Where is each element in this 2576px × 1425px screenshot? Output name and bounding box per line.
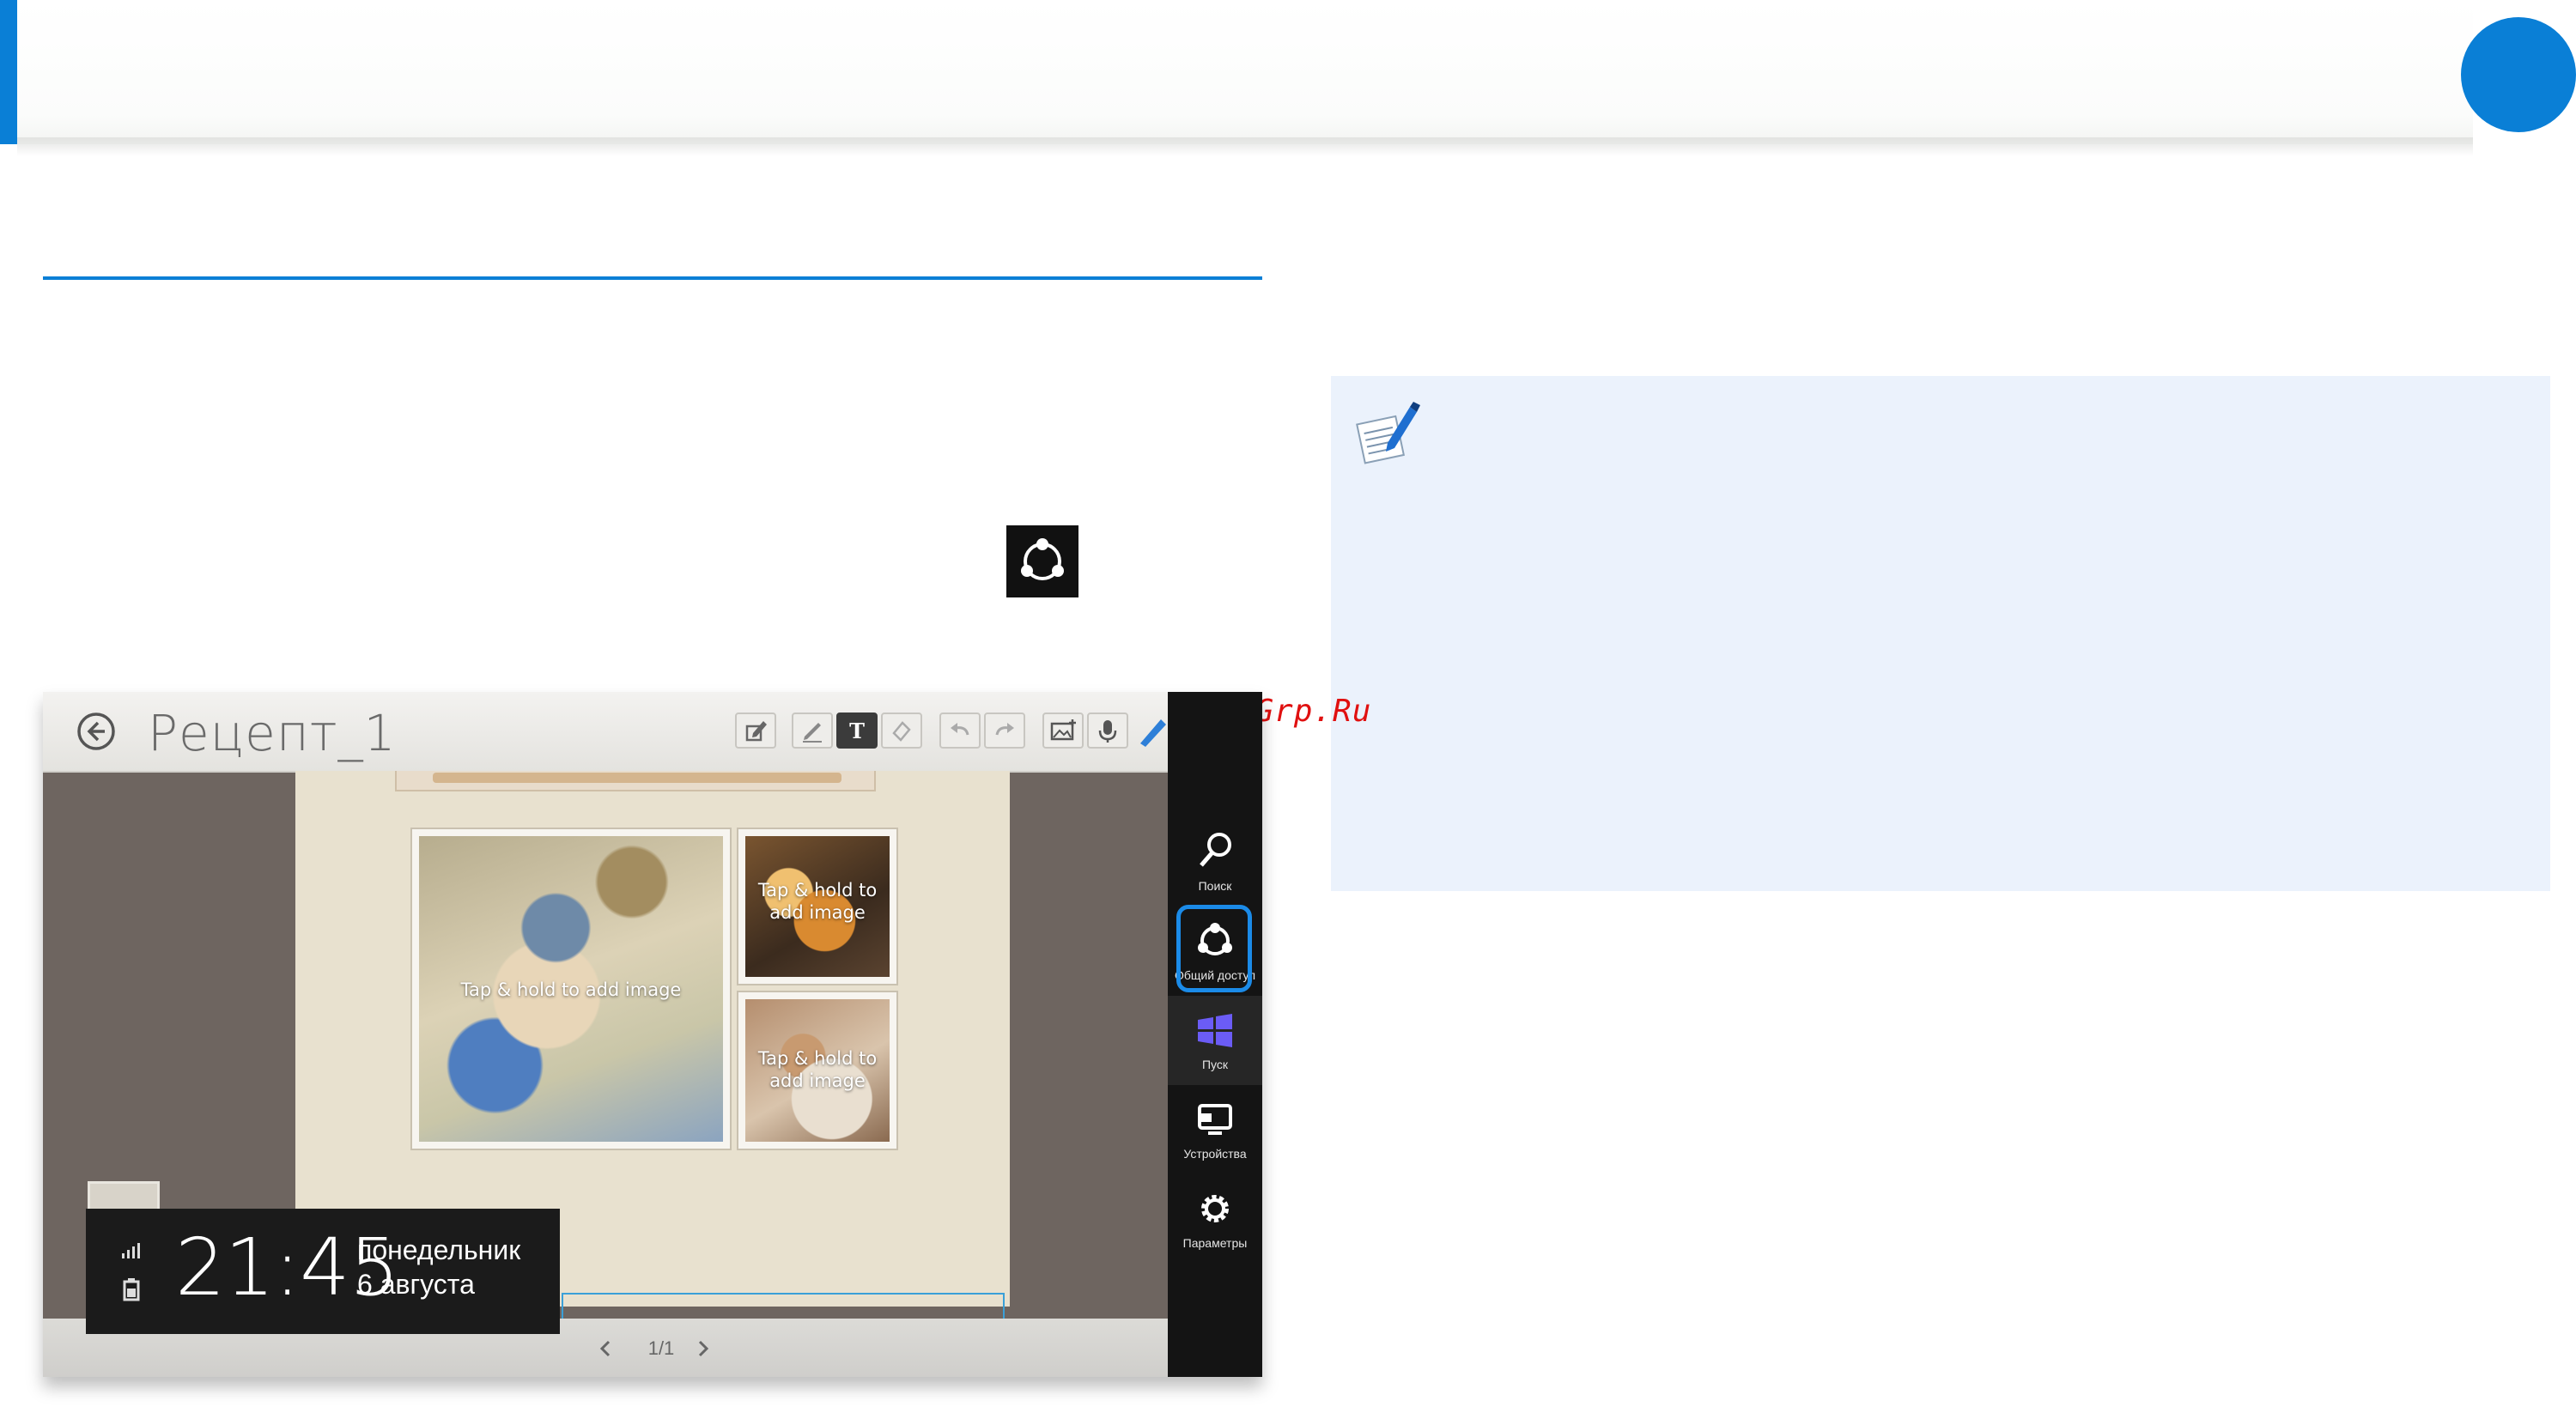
image-placeholder-text-line2: add image: [769, 1070, 866, 1091]
blue-pen-icon: [1140, 719, 1166, 747]
image-placeholder-text-line1: Tap & hold to: [757, 1048, 878, 1069]
back-button[interactable]: [76, 711, 117, 752]
redo-icon: [995, 723, 1014, 736]
eraser-icon: [892, 721, 911, 742]
redo-button[interactable]: [984, 712, 1025, 749]
search-icon: [1200, 833, 1231, 867]
lock-clock-panel: 21:45 понедельник 6 августа: [86, 1209, 560, 1334]
page-header-shadow: [17, 137, 2473, 156]
page-header-band: [17, 0, 2473, 144]
page-marker-circle: [2461, 17, 2576, 132]
page-scroll-thumb[interactable]: [433, 773, 841, 783]
image-icon: [1050, 719, 1076, 741]
pen-icon: [803, 723, 822, 743]
text-tool-icon: T: [849, 718, 865, 743]
page-indicator: 1/1: [647, 1337, 675, 1359]
charm-settings[interactable]: Параметры: [1168, 1174, 1262, 1264]
undo-icon: [951, 723, 969, 736]
charms-bar: Поиск Общий доступ Пуск Устройства Парам…: [1168, 692, 1262, 1377]
devices-icon: [1198, 1104, 1232, 1135]
note-pencil-icon: [1348, 398, 1422, 467]
insert-image-button[interactable]: [1042, 712, 1084, 749]
previous-page-button[interactable]: [592, 1336, 618, 1361]
eraser-tool-button[interactable]: [881, 712, 922, 749]
pen-color-button[interactable]: [1135, 714, 1168, 749]
image-frame-large[interactable]: Tap & hold to add image: [410, 828, 732, 1150]
charm-label-devices: Устройства: [1183, 1147, 1247, 1161]
text-tool-button[interactable]: T: [836, 712, 878, 749]
document-title: Рецепт_1: [148, 704, 397, 762]
image-frame-small-top[interactable]: Tap & hold to add image: [737, 828, 898, 985]
voice-record-button[interactable]: [1087, 712, 1128, 749]
undo-button[interactable]: [939, 712, 981, 749]
note-box: [1331, 376, 2550, 891]
charm-search[interactable]: Поиск: [1168, 817, 1262, 907]
app-header: Рецепт_1 T: [43, 692, 1168, 773]
microphone-icon: [1098, 720, 1117, 743]
dessert-photo: Tap & hold to add image: [745, 999, 890, 1142]
share-charm-icon: [1006, 525, 1078, 597]
next-page-button[interactable]: [690, 1336, 716, 1361]
signal-icon: [118, 1241, 143, 1262]
charm-devices[interactable]: Устройства: [1168, 1085, 1262, 1174]
gear-icon: [1201, 1195, 1229, 1222]
image-placeholder-text-line2: add image: [769, 902, 866, 923]
image-placeholder-text-line1: Tap & hold to: [757, 880, 878, 900]
share-charm-highlight: [1176, 905, 1252, 992]
app-screenshot: Рецепт_1 T Tap & hold to add image Tap &…: [43, 692, 1262, 1377]
clock-date: 6 августа: [357, 1269, 475, 1300]
charm-label-search: Поиск: [1198, 879, 1232, 893]
edit-pen-icon: [745, 721, 767, 742]
charm-start[interactable]: Пуск: [1168, 996, 1262, 1085]
image-placeholder-text: Tap & hold to add image: [460, 979, 682, 1000]
windows-start-icon: [1198, 1014, 1232, 1047]
battery-icon: [122, 1277, 141, 1301]
cupcake-photo: Tap & hold to add image: [419, 836, 723, 1142]
section-divider: [43, 276, 1262, 280]
back-arrow-icon: [77, 712, 115, 750]
pastry-photo: Tap & hold to add image: [745, 836, 890, 977]
chevron-right-icon: [698, 1340, 709, 1357]
pen-tool-button[interactable]: [792, 712, 833, 749]
page-scroll-strip: [395, 771, 876, 791]
charm-label-settings: Параметры: [1182, 1236, 1248, 1250]
image-frame-small-bottom[interactable]: Tap & hold to add image: [737, 991, 898, 1150]
charm-label-start: Пуск: [1201, 1058, 1229, 1071]
chevron-left-icon: [599, 1340, 611, 1357]
page-header-accent: [0, 0, 17, 144]
clock-weekday: понедельник: [357, 1234, 521, 1265]
edit-mode-button[interactable]: [735, 712, 776, 749]
